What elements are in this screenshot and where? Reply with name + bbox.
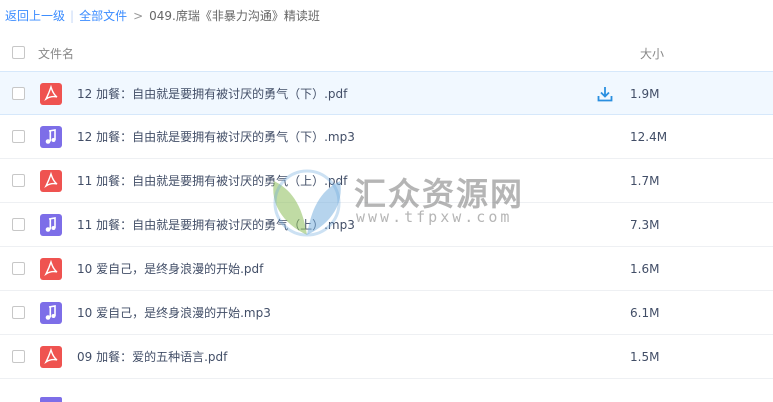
breadcrumb-separator: | [70,9,75,23]
chevron-right-icon: > [133,9,144,23]
file-list: 12 加餐：自由就是要拥有被讨厌的勇气（下）.pdf 1.9M 12 加餐：自由… [0,71,773,379]
file-size: 12.4M [630,130,668,144]
audio-file-icon [40,214,62,236]
table-row[interactable]: 12 加餐：自由就是要拥有被讨厌的勇气（下）.pdf 1.9M [0,71,773,115]
file-name[interactable]: 09 加餐：爱的五种语言.pdf [77,349,227,365]
pdf-file-icon [40,170,62,192]
table-row-partial [0,397,773,402]
audio-file-icon [40,126,62,148]
table-row[interactable]: 10 爱自己，是终身浪漫的开始.pdf 1.6M [0,247,773,291]
file-name[interactable]: 11 加餐：自由就是要拥有被讨厌的勇气（上）.mp3 [77,217,355,233]
column-header-size[interactable]: 大小 [640,45,664,62]
select-all-checkbox[interactable] [12,46,25,59]
audio-file-icon [40,397,62,402]
column-header-name[interactable]: 文件名 [38,45,74,62]
row-checkbox[interactable] [12,350,25,363]
file-name[interactable]: 10 爱自己，是终身浪漫的开始.mp3 [77,305,271,321]
back-link[interactable]: 返回上一级 [5,9,65,23]
file-size: 1.7M [630,174,660,188]
pdf-file-icon [40,83,62,105]
file-size: 6.1M [630,306,660,320]
audio-file-icon [40,302,62,324]
file-name[interactable]: 12 加餐：自由就是要拥有被讨厌的勇气（下）.mp3 [77,129,355,145]
table-row[interactable]: 12 加餐：自由就是要拥有被讨厌的勇气（下）.mp3 12.4M [0,115,773,159]
table-row[interactable]: 09 加餐：爱的五种语言.pdf 1.5M [0,335,773,379]
file-name[interactable]: 10 爱自己，是终身浪漫的开始.pdf [77,261,263,277]
current-folder: 049.席瑞《非暴力沟通》精读班 [149,9,320,23]
all-files-link[interactable]: 全部文件 [79,9,127,23]
download-icon[interactable] [597,86,613,102]
row-checkbox[interactable] [12,130,25,143]
row-checkbox[interactable] [12,262,25,275]
file-size: 1.6M [630,262,660,276]
breadcrumb: 返回上一级 | 全部文件 >049.席瑞《非暴力沟通》精读班 [5,7,320,25]
row-checkbox[interactable] [12,87,25,100]
file-size: 1.9M [630,87,660,101]
pdf-file-icon [40,258,62,280]
table-row[interactable]: 11 加餐：自由就是要拥有被讨厌的勇气（上）.mp3 7.3M [0,203,773,247]
file-name[interactable]: 11 加餐：自由就是要拥有被讨厌的勇气（上）.pdf [77,173,347,189]
table-row[interactable]: 10 爱自己，是终身浪漫的开始.mp3 6.1M [0,291,773,335]
file-list-header: 文件名 大小 [0,38,773,68]
file-size: 7.3M [630,218,660,232]
file-size: 1.5M [630,350,660,364]
row-checkbox[interactable] [12,306,25,319]
file-name[interactable]: 12 加餐：自由就是要拥有被讨厌的勇气（下）.pdf [77,86,347,102]
table-row[interactable]: 11 加餐：自由就是要拥有被讨厌的勇气（上）.pdf 1.7M [0,159,773,203]
pdf-file-icon [40,346,62,368]
row-checkbox[interactable] [12,174,25,187]
row-checkbox[interactable] [12,218,25,231]
